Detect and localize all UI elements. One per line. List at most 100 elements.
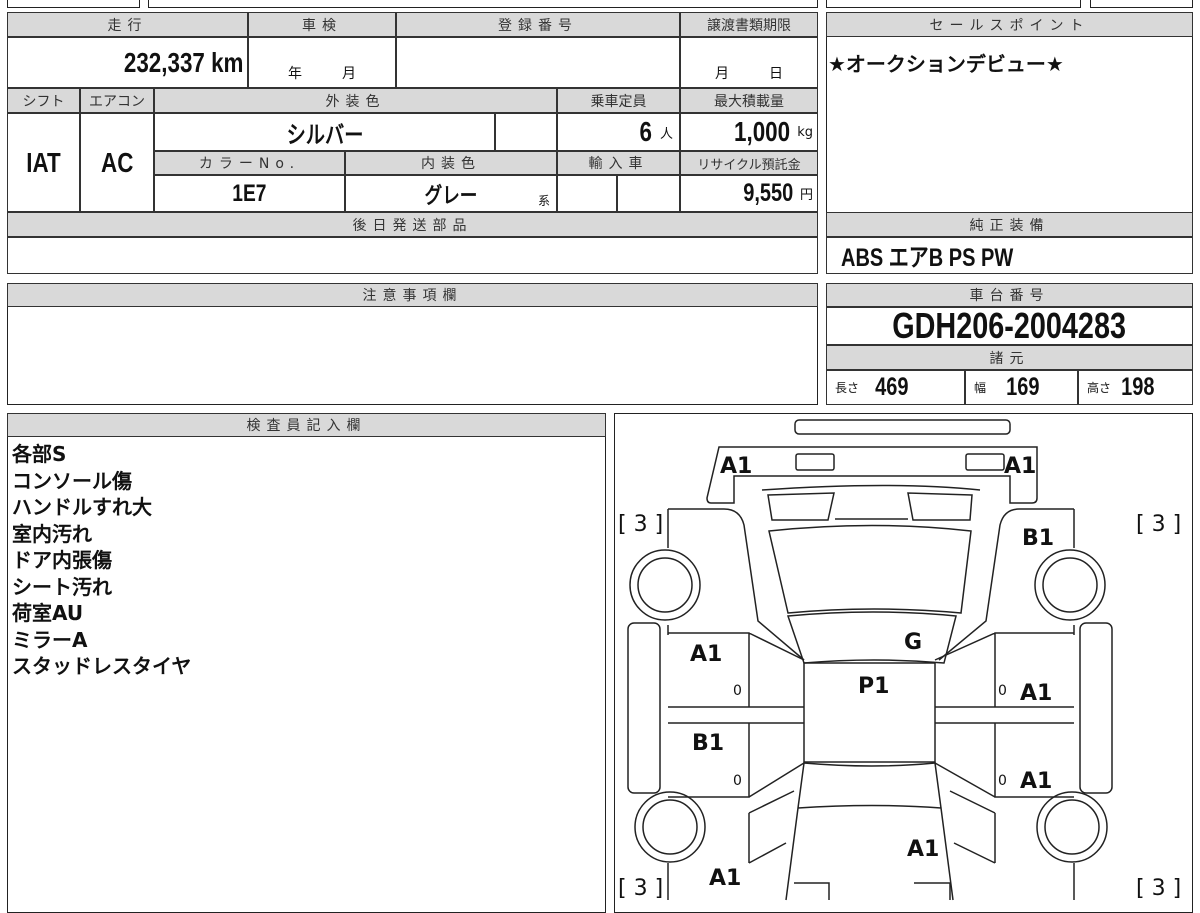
windshield [786,610,957,664]
inspector-line: シート汚れ [12,574,112,599]
interior-value: グレー [424,182,478,208]
equipment-value: ABS エアB PS PW [841,243,1014,272]
equipment-header: 純正装備 [826,212,1193,237]
mileage-header: 走行 [7,12,248,37]
inspector-line: ドア内張傷 [12,548,112,572]
door-zero: 0 [733,683,742,699]
color-no-value: 1E7 [232,179,267,207]
inspector-line: ミラーA [12,627,88,652]
mark-windshield: G [904,630,922,655]
length-cell: 長さ 469 [826,370,965,405]
later-parts-header: 後日発送部品 [7,212,818,237]
tread-front-right: [ 3 ] [1136,512,1181,537]
max-load-value: 1,000 [734,116,791,147]
color-no-cell: 1E7 [154,175,345,212]
mark-left-rear: A1 [709,866,741,891]
mileage-cell: 232,337 km [7,37,248,88]
inspector-line: スタッドレスタイヤ [12,654,192,678]
door-zero: 0 [998,683,1007,699]
interior-cell: グレー 系 [345,175,557,212]
front-bumper [793,418,1011,435]
year-unit: 年 [288,66,302,82]
inspector-header: 検査員記入欄 [7,413,606,437]
sale-point-header: セールスポイント [826,12,1193,37]
registration-header: 登録番号 [396,12,680,37]
recycle-cell: 9,550 円 [680,175,818,212]
mark-roof: P1 [858,674,889,699]
tread-rear-right: [ 3 ] [1136,876,1181,901]
mark-right-front-door: A1 [1020,681,1052,706]
capacity-unit: 人 [659,126,673,142]
import-header: 輸入車 [557,151,680,175]
exterior-cell: シルバー [154,113,495,151]
shift-header: シフト [7,88,80,113]
ac-value: AC [100,146,134,178]
inspector-line: コンソール傷 [12,468,132,493]
equipment-cell: ABS エアB PS PW [826,237,1193,274]
inspector-line: 荷室AU [12,601,84,625]
height-label: 高さ [1087,381,1112,395]
mark-right-rear-door: A1 [1020,769,1052,794]
inspection-cell: 年月 [248,37,396,88]
inspector-line: 室内汚れ [12,521,92,546]
mark-right-fender: B1 [1022,526,1054,551]
transfer-cell: 月日 [680,37,818,88]
color-no-header: カラーNo. [154,151,345,175]
recycle-unit: 円 [799,188,813,203]
exterior-header: 外装色 [154,88,557,113]
month-unit: 月 [715,66,729,82]
door-zero: 0 [998,773,1007,789]
max-load-cell: 1,000 kg [680,113,818,151]
damage-diagram: A1 A1 B1 G P1 A1 A1 B1 A1 A1 A1 [ 3 ] [ … [614,413,1193,913]
shift-cell: IAT [7,113,80,212]
tread-rear-left: [ 3 ] [618,876,663,901]
recycle-value: 9,550 [743,179,794,207]
top-strip-cell [148,0,818,8]
chassis-header: 車台番号 [826,283,1193,307]
tread-front-left: [ 3 ] [618,512,663,537]
shift-value: IAT [26,146,61,178]
length-label: 長さ [835,381,860,395]
hood [767,524,972,614]
ac-cell: AC [80,113,154,212]
capacity-header: 乗車定員 [557,88,680,113]
interior-suffix: 系 [537,194,550,208]
capacity-cell: 6人 [557,113,680,151]
length-value: 469 [875,373,909,401]
import-cell [617,175,680,212]
interior-header: 内装色 [345,151,557,175]
mark-front-right: A1 [1004,454,1036,479]
later-parts-cell [7,237,818,274]
mark-front-left: A1 [720,454,752,479]
car-outline-icon: A1 A1 B1 G P1 A1 A1 B1 A1 A1 A1 [ 3 ] [ … [618,418,1181,901]
chassis-number: GDH206-2004283 [892,307,1127,345]
mark-left-front-door: A1 [690,642,722,667]
load-unit: kg [797,124,813,140]
mark-rear: A1 [907,837,939,862]
chassis-cell: GDH206-2004283 [826,307,1193,345]
capacity-value: 6 [639,116,653,147]
day-unit: 日 [769,66,783,82]
top-strip-cell [826,0,1081,8]
inspection-header: 車検 [248,12,396,37]
top-strip-cell [7,0,140,8]
spec-header: 諸元 [826,345,1193,370]
sale-point-text: ★オークションデビュー★ [828,52,1064,76]
blank-cell [495,113,557,151]
exterior-value: シルバー [286,121,363,149]
ac-header: エアコン [80,88,154,113]
width-label: 幅 [974,381,987,395]
registration-cell [396,37,680,88]
recycle-header: リサイクル預託金 [680,151,818,175]
top-strip-cell [1090,0,1193,8]
height-value: 198 [1121,373,1155,401]
notes-header: 注意事項欄 [7,283,818,307]
inspector-line: 各部S [12,442,67,466]
month-unit: 月 [342,66,356,82]
max-load-header: 最大積載量 [680,88,818,113]
front-section [705,445,1038,504]
inspector-line: ハンドルすれ大 [12,495,152,519]
transfer-deadline-header: 譲渡書類期限 [680,12,818,37]
mark-left-rear-door: B1 [692,731,724,756]
import-cell [557,175,617,212]
